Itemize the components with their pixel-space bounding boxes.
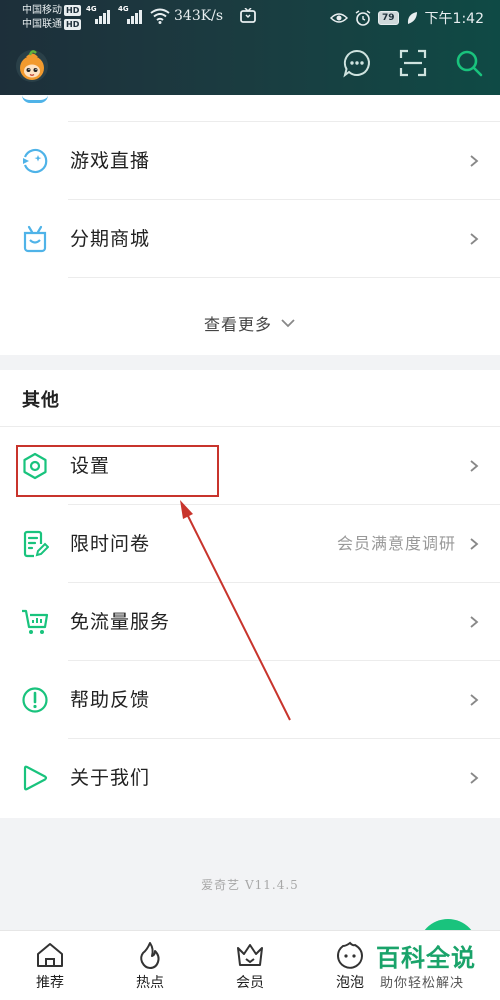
carrier-2: 中国联通 bbox=[22, 19, 62, 30]
chevron-right-icon bbox=[470, 694, 479, 706]
nav-item-vip[interactable]: 会员 bbox=[220, 937, 280, 997]
watermark-title: 百科全说 bbox=[376, 944, 476, 972]
scan-button[interactable] bbox=[398, 48, 428, 78]
divider bbox=[68, 277, 500, 278]
other-card: 其他 设置 限时问卷 会员满意度调研 免流量服务 帮助反馈 关于我们 bbox=[0, 370, 500, 818]
chevron-right-icon bbox=[470, 616, 479, 628]
cart-data-icon bbox=[20, 607, 50, 637]
list-item-label: 免流量服务 bbox=[70, 611, 171, 633]
watermark: 百科全说 助你轻松解决 bbox=[372, 938, 492, 996]
clock-time: 下午1:42 bbox=[424, 11, 484, 27]
search-button[interactable] bbox=[454, 48, 484, 78]
avatar[interactable] bbox=[16, 50, 48, 82]
highlight-box bbox=[16, 445, 219, 497]
play-about-icon bbox=[20, 763, 50, 793]
chevron-right-icon bbox=[470, 772, 479, 784]
search-icon bbox=[456, 50, 483, 77]
section-title: 其他 bbox=[22, 390, 60, 411]
flame-icon bbox=[140, 942, 160, 969]
watermark-subtitle: 助你轻松解决 bbox=[380, 976, 465, 991]
leaf-icon bbox=[407, 12, 417, 24]
chevron-down-icon bbox=[281, 319, 295, 328]
app-header: 中国移动 HD 中国联通 HD 4G 4G 343K/s 79 下午1:42 bbox=[0, 0, 500, 95]
list-item-help-feedback[interactable]: 帮助反馈 bbox=[0, 661, 500, 739]
carrier-1: 中国移动 bbox=[22, 5, 62, 16]
shop-bag-icon bbox=[20, 224, 50, 254]
list-item-label: 游戏直播 bbox=[70, 150, 151, 172]
list-item-label: 限时问卷 bbox=[70, 533, 151, 555]
services-card: 游戏直播 分期商城 查看更多 bbox=[0, 95, 500, 355]
carrier-info: 中国移动 HD 中国联通 HD bbox=[22, 4, 82, 32]
nav-item-hot[interactable]: 热点 bbox=[120, 937, 180, 997]
nav-label: 泡泡 bbox=[336, 975, 364, 991]
signal-icon: 4G bbox=[86, 5, 110, 24]
eye-icon bbox=[330, 13, 349, 23]
scan-icon bbox=[399, 49, 427, 77]
hd-badge: HD bbox=[64, 5, 82, 16]
message-button[interactable] bbox=[342, 48, 372, 78]
help-exclamation-icon bbox=[20, 685, 50, 715]
signal-bars: 4G 4G bbox=[86, 5, 170, 24]
status-bar: 中国移动 HD 中国联通 HD 4G 4G 343K/s 79 下午1:42 bbox=[0, 0, 500, 36]
alarm-icon bbox=[355, 10, 371, 26]
wifi-icon bbox=[150, 8, 170, 24]
chevron-right-icon bbox=[470, 460, 479, 472]
network-type: 4G bbox=[118, 5, 129, 13]
signal-icon: 4G bbox=[118, 5, 142, 24]
nav-label: 推荐 bbox=[36, 975, 64, 991]
nav-label: 热点 bbox=[136, 975, 164, 991]
mascot-avatar-icon bbox=[20, 50, 44, 80]
network-type: 4G bbox=[86, 5, 97, 13]
header-actions bbox=[342, 48, 484, 78]
message-icon bbox=[343, 49, 370, 78]
chevron-right-icon bbox=[470, 233, 479, 245]
nav-item-recommend[interactable]: 推荐 bbox=[20, 937, 80, 997]
partial-item-icon bbox=[22, 95, 48, 103]
app-version: 爱奇艺 V11.4.5 bbox=[201, 878, 299, 892]
list-item-game-live[interactable]: 游戏直播 bbox=[0, 122, 500, 200]
see-more-label: 查看更多 bbox=[203, 315, 272, 334]
game-live-icon bbox=[20, 146, 50, 176]
list-item-value: 会员满意度调研 bbox=[336, 534, 456, 553]
nav-label: 会员 bbox=[236, 975, 264, 991]
list-item-label: 分期商城 bbox=[70, 228, 151, 250]
list-item-survey[interactable]: 限时问卷 会员满意度调研 bbox=[0, 505, 500, 583]
list-item-installment-mall[interactable]: 分期商城 bbox=[0, 200, 500, 278]
right-status: 79 下午1:42 bbox=[330, 8, 484, 28]
chevron-right-icon bbox=[470, 155, 479, 167]
home-icon bbox=[37, 943, 63, 967]
hd-badge: HD bbox=[64, 19, 82, 30]
list-item-label: 帮助反馈 bbox=[70, 689, 151, 711]
battery-icon: 79 bbox=[378, 11, 399, 25]
network-speed: 343K/s bbox=[174, 8, 224, 24]
nav-item-bubble[interactable]: 泡泡 bbox=[320, 937, 380, 997]
survey-icon bbox=[20, 529, 50, 559]
crown-icon bbox=[237, 944, 263, 966]
bubble-face-icon bbox=[337, 941, 364, 969]
tv-icon bbox=[240, 8, 256, 23]
list-item-free-data[interactable]: 免流量服务 bbox=[0, 583, 500, 661]
list-item-about-us[interactable]: 关于我们 bbox=[0, 739, 500, 817]
chevron-right-icon bbox=[470, 538, 479, 550]
see-more-button[interactable]: 查看更多 bbox=[0, 300, 500, 346]
list-item-label: 关于我们 bbox=[70, 767, 151, 789]
